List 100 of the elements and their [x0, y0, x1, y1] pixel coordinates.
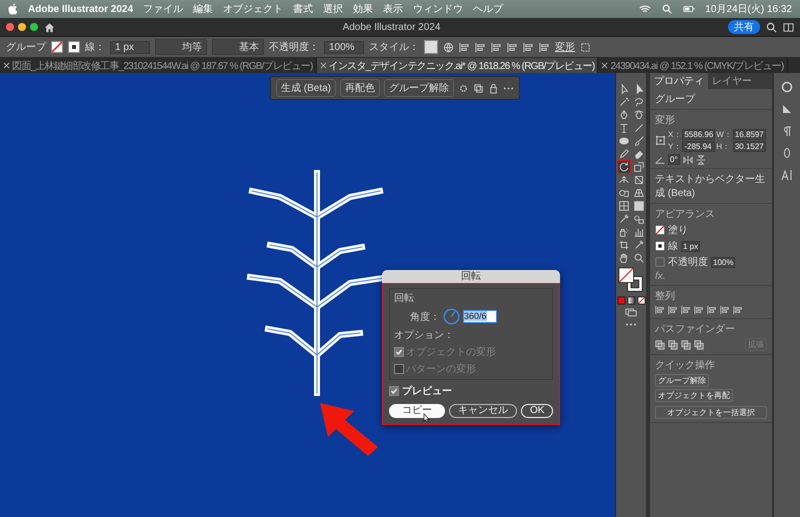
x-field[interactable]: 5586.96 — [682, 129, 716, 140]
eyedropper-icon[interactable] — [632, 239, 644, 251]
fill-none-swatch-icon[interactable] — [51, 41, 63, 53]
pathfinder-icon[interactable] — [668, 340, 678, 350]
brush-icon[interactable] — [632, 135, 644, 147]
stroke-swatch-icon[interactable] — [68, 41, 80, 53]
taskbar-button[interactable]: 再配色 — [340, 79, 380, 97]
align-icon[interactable] — [655, 305, 665, 315]
close-window-button[interactable] — [6, 23, 14, 31]
align-icon[interactable] — [707, 305, 717, 315]
align-icon[interactable] — [475, 42, 486, 52]
pathfinder-icon[interactable] — [655, 340, 665, 350]
align-icon[interactable] — [491, 42, 502, 52]
dialog-button[interactable]: OK — [521, 404, 554, 418]
stroke-swatch-icon[interactable] — [655, 241, 665, 251]
blend-icon[interactable] — [632, 213, 644, 225]
screen-mode-icon[interactable] — [625, 308, 637, 317]
text-tool-icon[interactable] — [618, 122, 630, 134]
paragraph-icon[interactable] — [781, 125, 793, 137]
hand-icon[interactable] — [618, 252, 630, 264]
align-icon[interactable] — [459, 42, 470, 52]
scale-icon[interactable] — [632, 161, 644, 173]
menu-item[interactable]: オブジェクト — [223, 2, 284, 16]
close-icon[interactable] — [601, 62, 608, 69]
gear-icon[interactable] — [458, 82, 470, 94]
battery-icon[interactable] — [683, 4, 696, 14]
globe-icon[interactable] — [443, 42, 454, 52]
gradient-icon[interactable] — [781, 103, 793, 115]
color-wheel-icon[interactable] — [781, 81, 793, 93]
fill-none-swatch-icon[interactable] — [655, 225, 665, 235]
style-swatch[interactable] — [424, 40, 438, 54]
align-icon[interactable] — [668, 305, 678, 315]
minimize-window-button[interactable] — [18, 23, 26, 31]
quick-action-button[interactable]: オブジェクトを再配 — [655, 389, 733, 402]
flip-vertical-icon[interactable] — [696, 154, 706, 164]
menu-item[interactable]: ヘルプ — [473, 2, 504, 16]
reference-point-icon[interactable] — [655, 135, 666, 146]
layout-icon[interactable] — [783, 22, 794, 32]
taskbar-button[interactable]: 生成 (Beta) — [276, 79, 336, 97]
menu-item[interactable]: 編集 — [193, 2, 214, 16]
brush-definition-dropdown[interactable]: 基本 — [212, 39, 264, 55]
opacity-field[interactable]: 100% — [711, 256, 736, 268]
flip-horizontal-icon[interactable] — [682, 154, 693, 164]
menu-item[interactable]: 書式 — [293, 2, 314, 16]
height-field[interactable]: 30.1527 — [732, 141, 766, 152]
eyedropper-icon[interactable] — [618, 213, 630, 225]
opacity-field[interactable]: 100% — [324, 40, 364, 54]
pen-icon[interactable] — [632, 109, 644, 121]
pathfinder-icon[interactable] — [694, 340, 704, 350]
home-icon[interactable] — [44, 22, 55, 32]
opacity-label[interactable]: 不透明度 — [668, 255, 708, 269]
align-icon[interactable] — [733, 305, 743, 315]
copy-icon[interactable] — [473, 82, 484, 94]
share-button[interactable]: 共有 — [728, 20, 760, 34]
opacity-icon[interactable] — [655, 257, 665, 267]
bar-graph-icon[interactable] — [632, 226, 644, 238]
wifi-icon[interactable] — [639, 4, 652, 14]
pen-icon[interactable] — [618, 109, 630, 121]
fill-stroke-swatch-icon[interactable] — [618, 267, 644, 293]
rotate-angle-field[interactable]: 0° — [668, 154, 680, 165]
crop-icon[interactable] — [618, 239, 630, 251]
taskbar-button[interactable]: グループ解除 — [384, 79, 454, 97]
align-icon[interactable] — [523, 42, 534, 52]
menu-item[interactable]: 表示 — [383, 2, 404, 16]
line-icon[interactable] — [632, 122, 644, 134]
transform-icon[interactable] — [632, 174, 644, 186]
app-menu[interactable]: Adobe Illustrator 2024 — [28, 4, 134, 14]
zoom-window-button[interactable] — [30, 23, 38, 31]
panel-tab[interactable]: レイヤー — [708, 73, 756, 89]
opacity-label[interactable]: 不透明度： — [269, 40, 319, 54]
menu-item[interactable]: ウィンドウ — [413, 2, 464, 16]
align-icon[interactable] — [694, 305, 704, 315]
preview-checkbox[interactable]: プレビュー — [389, 384, 553, 398]
pencil-icon[interactable] — [618, 148, 630, 160]
stroke-width-field[interactable]: 1 px — [681, 240, 700, 252]
none-swatch-icon[interactable] — [636, 296, 646, 305]
apple-logo-icon[interactable] — [8, 3, 18, 15]
gradient-icon[interactable] — [632, 200, 644, 212]
glyph-icon[interactable] — [781, 147, 793, 159]
align-icon[interactable] — [720, 305, 730, 315]
stroke-width-field[interactable]: 1 px — [110, 40, 150, 54]
spray-icon[interactable] — [618, 226, 630, 238]
select-all-objects-button[interactable]: オブジェクトを一括選択 — [655, 406, 767, 419]
zoom-icon[interactable] — [632, 252, 644, 264]
grid-icon[interactable] — [632, 187, 644, 199]
search-icon[interactable] — [766, 22, 777, 32]
quick-action-button[interactable]: グループ解除 — [655, 374, 709, 387]
eraser-icon[interactable] — [632, 148, 644, 160]
align-icon[interactable] — [507, 42, 518, 52]
wand-icon[interactable] — [618, 96, 630, 108]
shape-builder-icon[interactable] — [618, 187, 630, 199]
gradient-swatch-icon[interactable] — [626, 296, 636, 305]
menu-bar-clock[interactable]: 10月24日(火) 16:32 — [705, 2, 792, 16]
color-swatch-icon[interactable] — [616, 296, 626, 305]
text-to-vector-section[interactable]: テキストからベクター生成 (Beta) — [655, 172, 767, 200]
panel-tab[interactable]: プロパティ — [650, 73, 708, 89]
transform-link[interactable]: 変形 — [555, 40, 575, 54]
rotate-icon[interactable] — [618, 161, 630, 173]
angle-dial-icon[interactable] — [443, 308, 460, 325]
align-icon[interactable] — [681, 305, 691, 315]
